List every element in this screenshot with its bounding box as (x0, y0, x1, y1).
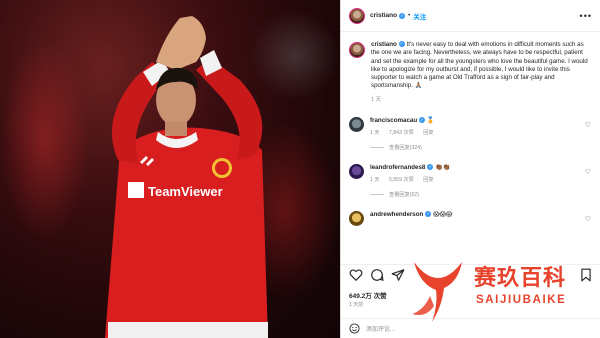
like-comment-icon[interactable]: ♡ (585, 121, 591, 129)
watermark-english-text: SAIJIUBAIKE (476, 294, 567, 306)
comments-scroll-area[interactable]: cristiano ✓ It's never easy to deal with … (341, 33, 600, 263)
caption-body: cristiano ✓ It's never easy to deal with … (371, 41, 591, 104)
comment-item: andrewhenderson ✓ 😱😱😱 ♡ (349, 211, 593, 227)
comment-likes[interactable]: 5,859 次赞 (389, 177, 414, 183)
avatar[interactable] (349, 7, 365, 24)
comment-username[interactable]: franciscomacau (370, 117, 417, 124)
caption-text: It's never easy to deal with emotions in… (371, 41, 588, 90)
watermark: 赛玖百科 SAIJIUBAIKE (404, 248, 600, 328)
post-header: cristiano ✓ • 关注 ••• (341, 0, 600, 32)
comment-emoji: 👏🏾👏🏾 (435, 164, 451, 172)
view-replies-button[interactable]: 查看回复(62) (370, 191, 570, 198)
comment-time: 1 天 (370, 177, 380, 184)
separator-dot: • (408, 12, 411, 19)
verified-icon: ✓ (419, 117, 426, 124)
comment-username[interactable]: leandrofernandes8 (370, 164, 425, 171)
svg-text:TeamViewer: TeamViewer (148, 184, 223, 199)
share-icon[interactable] (391, 268, 405, 282)
view-replies-button[interactable]: 查看回复(324) (370, 144, 570, 151)
reply-button[interactable]: 回复 (423, 130, 433, 136)
caption-username[interactable]: cristiano (371, 41, 397, 48)
reply-button[interactable]: 回复 (423, 177, 433, 183)
more-options-icon[interactable]: ••• (580, 11, 592, 21)
verified-icon: ✓ (399, 12, 406, 19)
caption-time: 1 天 (371, 96, 382, 103)
comment-input[interactable]: 添加评论... (366, 324, 395, 333)
watermark-chinese-text: 赛玖百科 (474, 266, 567, 291)
avatar[interactable] (349, 164, 364, 180)
post-photo[interactable]: TeamViewer (0, 0, 340, 338)
divider (370, 147, 384, 149)
avatar[interactable] (349, 117, 364, 133)
follow-button[interactable]: 关注 (413, 11, 426, 21)
post-caption: cristiano ✓ It's never easy to deal with … (349, 41, 593, 104)
comment-time: 1 天 (370, 130, 380, 137)
comment-item: franciscomacau ✓ 🏅 1 天 7,843 次赞 回复 查看回复(3… (349, 117, 593, 151)
post-username[interactable]: cristiano (370, 12, 397, 19)
comment-emoji: 🏅 (426, 117, 435, 125)
view-replies-label: 查看回复(62) (389, 192, 419, 199)
likes-count[interactable]: 649.2万 次赞 (349, 290, 387, 300)
verified-icon: ✓ (398, 41, 405, 48)
verified-icon: ✓ (425, 211, 432, 218)
verified-icon: ✓ (427, 164, 434, 171)
view-replies-label: 查看回复(324) (389, 145, 422, 152)
like-comment-icon[interactable]: ♡ (585, 215, 591, 223)
avatar[interactable] (349, 42, 365, 58)
like-comment-icon[interactable]: ♡ (585, 168, 591, 176)
post-time: 1 天前 (349, 302, 364, 308)
praying-hands-emoji: 🙏🏽 (414, 82, 423, 90)
comment-username[interactable]: andrewhenderson (370, 211, 423, 218)
player-figure: TeamViewer (105, 16, 268, 338)
comment-item: leandrofernandes8 ✓ 👏🏾👏🏾 1 天 5,859 次赞 回复 … (349, 164, 593, 198)
emoji-icon[interactable] (349, 323, 360, 334)
divider (370, 194, 384, 196)
comment-likes[interactable]: 7,843 次赞 (389, 130, 414, 136)
whale-tail-logo (412, 262, 462, 322)
comment-emoji: 😱😱😱 (433, 211, 453, 219)
heart-icon[interactable] (349, 268, 363, 282)
avatar[interactable] (349, 211, 364, 227)
comment-icon[interactable] (370, 268, 384, 282)
